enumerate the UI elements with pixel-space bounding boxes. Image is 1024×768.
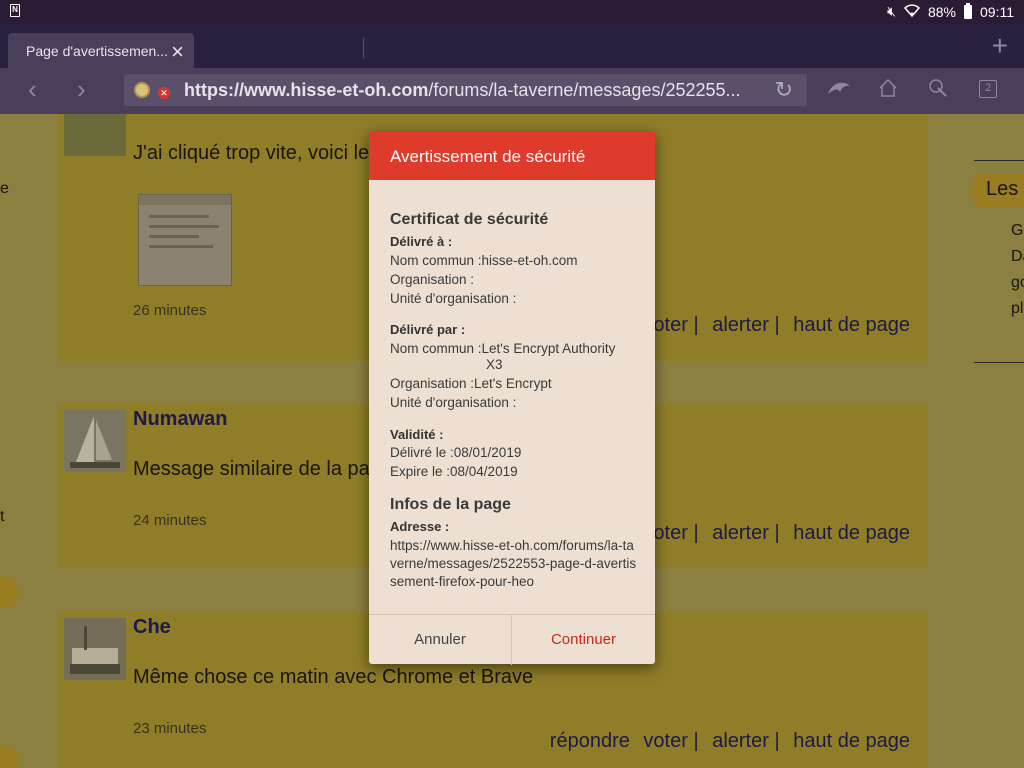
post-message: Message similaire de la pa (133, 458, 370, 480)
mute-icon: 🔇︎ (887, 3, 896, 19)
forward-icon[interactable]: › (77, 74, 86, 105)
dolphin-icon[interactable] (826, 78, 852, 104)
cancel-button[interactable]: Annuler (369, 615, 512, 665)
validity-issued: Délivré le :08/01/2019 (390, 445, 522, 460)
left-pill (0, 576, 18, 608)
home-icon[interactable] (878, 78, 898, 104)
sidebar-divider (974, 160, 1024, 161)
security-warning-dialog: Avertissement de sécurité Certificat de … (369, 131, 655, 665)
issued-to-common-name: Nom commun :hisse-et-oh.com (390, 253, 578, 268)
issued-by-common-name-cont: X3 (486, 357, 503, 372)
url-text[interactable]: https://www.hisse-et-oh.com/forums/la-ta… (184, 80, 754, 101)
alert-link[interactable]: alerter | (712, 314, 779, 336)
battery-level: 88% (927, 3, 956, 20)
tab-bar: Page d'avertissemen... × + (0, 24, 1024, 68)
issued-to-label: Délivré à : (390, 234, 453, 249)
page-info-title: Infos de la page (390, 496, 511, 513)
gesture-icon[interactable] (928, 78, 950, 106)
sidebar-heading: Les (972, 174, 1024, 208)
wifi-icon (903, 3, 921, 20)
post-time: 26 minutes (133, 302, 207, 319)
left-stub-text-2: t (0, 508, 5, 525)
issued-to-organisation: Organisation : (390, 272, 475, 287)
avatar[interactable] (64, 114, 126, 156)
sidebar-text[interactable]: G (1011, 222, 1023, 240)
post-message: J'ai cliqué trop vite, voici le (133, 142, 370, 164)
reload-icon[interactable]: ↻ (775, 77, 793, 103)
tab-active[interactable]: Page d'avertissemen... × (8, 33, 194, 68)
top-of-page-link[interactable]: haut de page (793, 522, 910, 544)
tab-title: Page d'avertissemen... (26, 43, 168, 59)
sidebar-text: Da (1011, 248, 1024, 265)
validity-expires: Expire le :08/04/2019 (390, 464, 518, 479)
post-author[interactable]: Che (133, 616, 171, 639)
post-time: 23 minutes (133, 720, 207, 737)
top-of-page-link[interactable]: haut de page (793, 314, 910, 336)
notification-icon: N (10, 4, 20, 17)
issued-by-common-name: Nom commun :Let's Encrypt Authority (390, 341, 616, 356)
left-pill (0, 746, 18, 768)
browser-toolbar: ‹ › ✕ https://www.hisse-et-oh.com/forums… (0, 68, 1024, 114)
attachment-thumbnail[interactable] (138, 194, 232, 286)
alert-link[interactable]: alerter | (712, 730, 779, 752)
post-actions: répondre voter | alerter | haut de page (542, 730, 910, 753)
left-stub-text-1: e (0, 180, 9, 197)
clock: 09:11 (980, 3, 1014, 20)
top-of-page-link[interactable]: haut de page (793, 730, 910, 752)
reply-link[interactable]: répondre (550, 730, 630, 752)
address-label: Adresse : (390, 519, 450, 534)
tab-divider (363, 38, 364, 58)
site-security-icon[interactable] (134, 82, 150, 98)
certificate-error-icon[interactable]: ✕ (158, 87, 170, 99)
back-icon[interactable]: ‹ (28, 74, 37, 105)
dialog-button-bar: Annuler Continuer (369, 614, 655, 665)
post-time: 24 minutes (133, 512, 207, 529)
alert-link[interactable]: alerter | (712, 522, 779, 544)
sidebar-divider (974, 362, 1024, 363)
sidebar-text: pl (1011, 300, 1024, 317)
avatar[interactable] (64, 618, 126, 680)
address-bar[interactable]: ✕ https://www.hisse-et-oh.com/forums/la-… (124, 74, 807, 106)
battery-icon (964, 2, 972, 19)
sidebar-text: go (1011, 274, 1024, 291)
certificate-title: Certificat de sécurité (390, 211, 549, 228)
close-tab-icon[interactable]: × (171, 39, 184, 65)
continue-button[interactable]: Continuer (512, 615, 655, 665)
validity-label: Validité : (390, 427, 444, 442)
page-address: https://www.hisse-et-oh.com/forums/la-ta… (390, 538, 637, 589)
tab-count-button[interactable]: 2 (979, 80, 997, 98)
vote-link[interactable]: voter | (643, 730, 698, 752)
avatar[interactable] (64, 410, 126, 472)
issued-by-label: Délivré par : (390, 322, 466, 337)
post-actions: voter | alerter | haut de page (635, 314, 910, 337)
post-author[interactable]: Numawan (133, 408, 227, 431)
post-message: Même chose ce matin avec Chrome et Brave (133, 666, 534, 688)
status-bar: N 🔇︎ 88% 09:11 (0, 0, 1024, 24)
post-actions: voter | alerter | haut de page (635, 522, 910, 545)
dialog-title: Avertissement de sécurité (369, 131, 655, 180)
new-tab-icon[interactable]: + (992, 30, 1008, 62)
issued-by-organisation: Organisation :Let's Encrypt (390, 376, 552, 391)
issued-by-unit: Unité d'organisation : (390, 395, 517, 410)
issued-to-unit: Unité d'organisation : (390, 291, 517, 306)
